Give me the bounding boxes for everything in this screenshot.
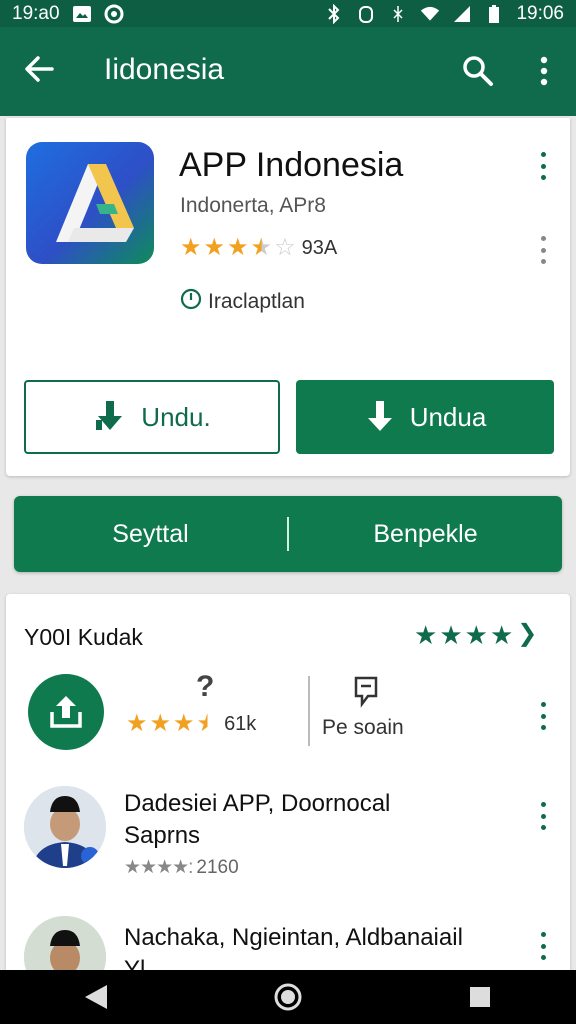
app-name: APP Indonesia [179, 146, 404, 184]
rating-stars: ★ ★ ★ ★ [126, 712, 218, 736]
rating-stars: ★ ★ ★ ★ ☆ [180, 236, 296, 260]
section-count: 61k [224, 712, 257, 735]
star-empty-icon: ☆ [274, 234, 296, 261]
app-status-label: Iraclaptlan [208, 290, 305, 313]
list-item-count-1: 2160 [196, 856, 239, 878]
star-half-icon: ★ [196, 710, 219, 737]
back-arrow-icon[interactable] [22, 51, 58, 87]
star-icon: ★ [149, 710, 172, 737]
reviews-card: Y00I Kudak ★ ★ ★ ★ ❯ ? ★ ★ ★ ★ 61k Pe so… [6, 594, 570, 998]
status-right: 19:06 [324, 3, 564, 25]
rating-count: 93A [301, 236, 338, 259]
question-mark: ? [196, 670, 215, 703]
divider [308, 676, 310, 746]
nav-back-icon[interactable] [76, 977, 116, 1017]
section-title: Y00I Kudak [24, 624, 143, 650]
item-menu-icon[interactable] [538, 932, 548, 960]
star-icon: ★ [464, 620, 488, 650]
small-stars-icon: ★★★★: [124, 857, 193, 878]
signal-icon [452, 4, 472, 24]
nav-home-icon[interactable] [268, 977, 308, 1017]
app-menu-icon[interactable] [538, 152, 548, 180]
app-logo-icon [26, 142, 154, 264]
download-button[interactable]: Undua [296, 380, 554, 454]
list-item-meta-1: ★★★★: 2160 [124, 856, 239, 879]
flag-icon[interactable] [350, 674, 384, 708]
star-icon: ★ [227, 234, 249, 261]
star-icon: ★ [489, 620, 514, 650]
bluetooth-icon [324, 3, 344, 24]
list-item-title-2b: Yl... [124, 956, 166, 970]
info-icon [180, 288, 202, 316]
more-options-icon[interactable] [530, 53, 558, 89]
status-left: 19:a0 [12, 3, 124, 25]
wifi-icon [420, 4, 440, 24]
rating-menu-icon[interactable] [538, 236, 548, 264]
battery-icon [484, 4, 504, 24]
star-icon: ★ [414, 620, 438, 650]
list-item-title-2[interactable]: Nachaka, Ngieintan, Aldbanaiail [124, 922, 463, 954]
system-nav-bar [0, 970, 576, 1024]
download-hand-icon [96, 401, 123, 430]
tab-left[interactable]: Seyttal [14, 520, 287, 549]
section-side-label: Pe soain [322, 716, 404, 739]
search-icon[interactable] [460, 53, 496, 89]
item-menu-icon[interactable] [538, 802, 548, 830]
avatar [24, 786, 106, 868]
alarm-icon [356, 4, 376, 24]
status-time-left: 19:a0 [12, 2, 60, 24]
nav-recents-icon[interactable] [460, 977, 500, 1017]
app-status: Iraclaptlan [180, 288, 305, 316]
section-stars[interactable]: ★ ★ ★ ★ ❯ [414, 620, 538, 650]
list-item-title-1b: Saprns [124, 822, 201, 849]
image-notification-icon [72, 4, 92, 24]
download-outline-label: Undu. [141, 401, 211, 432]
app-rating: ★ ★ ★ ★ ☆ 93A [180, 236, 337, 260]
section-rating: ★ ★ ★ ★ 61k [126, 712, 256, 736]
download-icon [367, 401, 392, 431]
tab-right[interactable]: Benpekle [289, 520, 562, 549]
list-item-title-1[interactable]: Dadesiei APP, Doornocal [124, 788, 390, 820]
app-developer[interactable]: Indonerta, APr8 [180, 194, 326, 218]
app-header-card: APP Indonesia Indonerta, APr8 ★ ★ ★ ★ ☆ … [6, 118, 570, 476]
upload-icon[interactable] [28, 674, 104, 750]
segmented-tabs: Seyttal Benpekle [14, 496, 562, 572]
star-half-icon: ★ [250, 234, 273, 261]
section-menu-icon[interactable] [538, 702, 548, 730]
message-notification-icon [104, 4, 124, 24]
status-bar: 19:a0 19:06 [0, 0, 576, 27]
status-time-right: 19:06 [516, 2, 564, 24]
star-icon: ★ [439, 620, 463, 650]
download-outline-button[interactable]: Undu. [24, 380, 280, 454]
page-title: Iidonesia [104, 53, 225, 86]
star-icon: ★ [173, 710, 195, 737]
star-icon: ★ [126, 710, 148, 737]
download-label: Undua [409, 401, 487, 432]
app-bar: Iidonesia [0, 27, 576, 116]
chevron-right-icon: ❯ [517, 620, 538, 647]
star-icon: ★ [180, 234, 202, 261]
star-icon: ★ [203, 234, 226, 261]
vibrate-icon [388, 4, 408, 24]
